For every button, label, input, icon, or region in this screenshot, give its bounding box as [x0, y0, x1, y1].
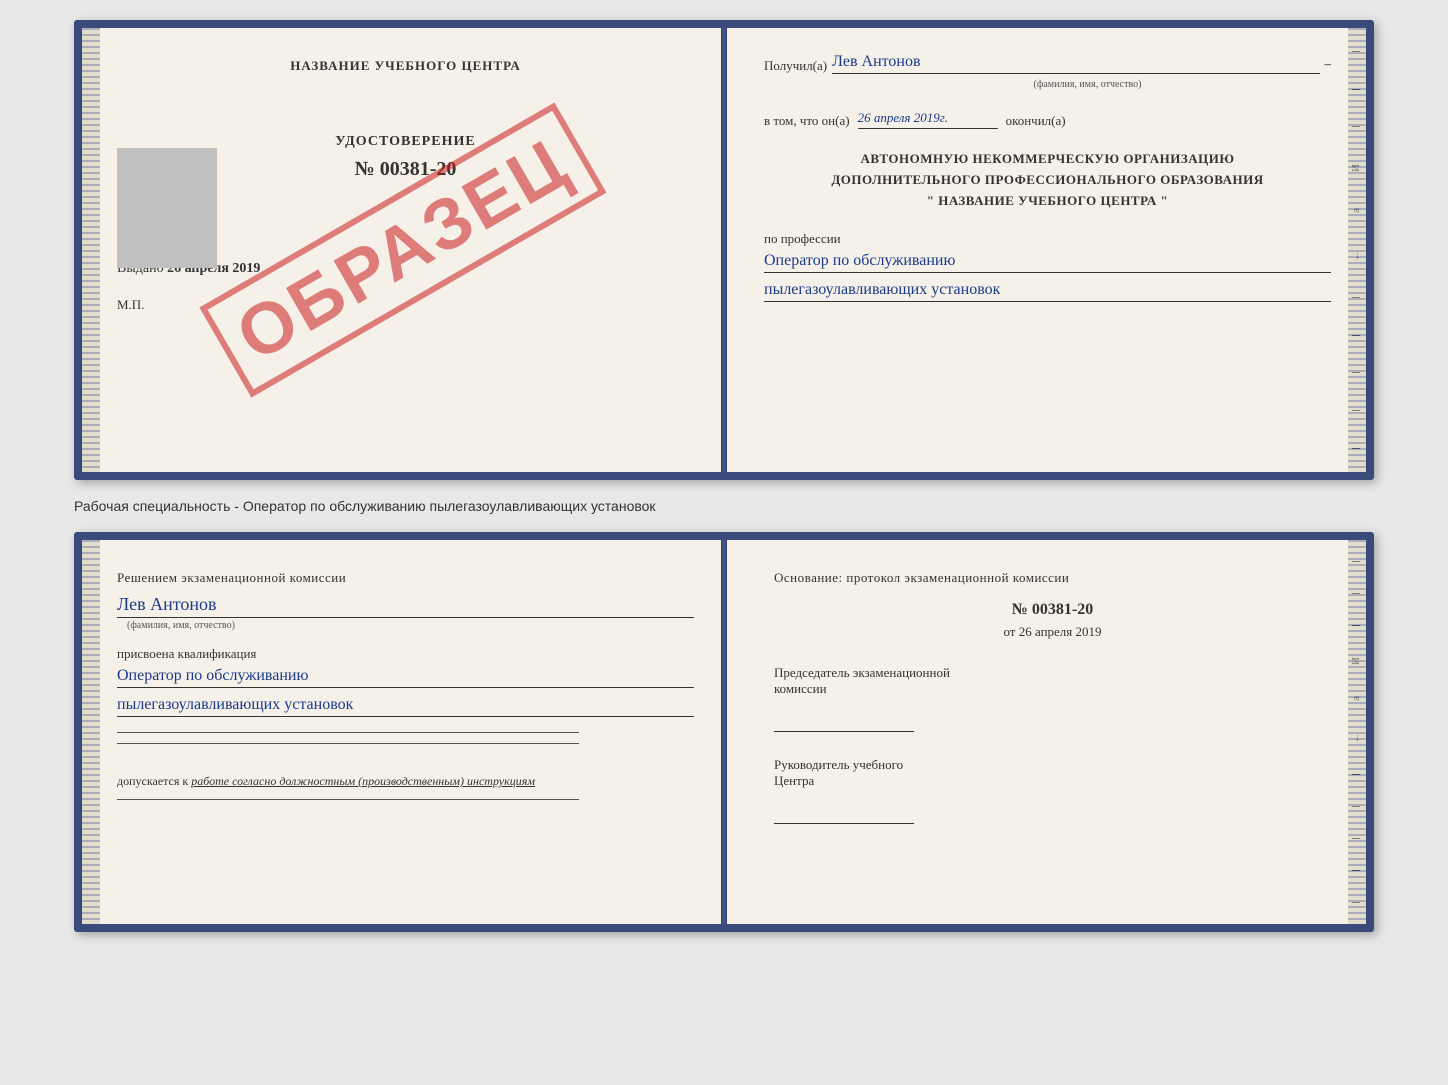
rukovoditel-line2: Центра [774, 773, 1331, 789]
osnovanie-header: Основание: протокол экзаменационной коми… [774, 570, 1331, 586]
dopuskaetsya-block: допускается к работе согласно должностны… [117, 774, 694, 789]
side-label-arrow: ← [1350, 250, 1362, 261]
resheniem-line: Решением экзаменационной комиссии [117, 570, 694, 586]
side-lines-right: И а ← [1346, 28, 1366, 472]
org-line2: ДОПОЛНИТЕЛЬНОГО ПРОФЕССИОНАЛЬНОГО ОБРАЗО… [764, 170, 1331, 191]
kvalif-line1: Оператор по обслуживанию [117, 667, 694, 688]
diploma-right-page: Получил(а) Лев Антонов – (фамилия, имя, … [724, 28, 1366, 472]
prisvoena-label: присвоена квалификация [117, 646, 694, 662]
kvalif-line2: пылегазоулавливающих установок [117, 696, 694, 717]
cert-side-lines-right: И а ← [1346, 540, 1366, 924]
side-label-arrow2: ← [1350, 732, 1362, 743]
poluchil-line: Получил(а) Лев Антонов – [764, 53, 1331, 74]
diploma-book: НАЗВАНИЕ УЧЕБНОГО ЦЕНТРА УДОСТОВЕРЕНИЕ №… [74, 20, 1374, 480]
side-dash [1352, 902, 1360, 903]
side-dash [1352, 625, 1360, 626]
cert-fio-label: (фамилия, имя, отчество) [127, 620, 694, 631]
ot-prefix: от [1003, 624, 1015, 639]
side-dash [1352, 372, 1360, 373]
poluchil-label: Получил(а) [764, 58, 827, 74]
protocol-number: № 00381-20 [774, 601, 1331, 619]
vtom-line: в том, что он(а) 26 апреля 2019г. окончи… [764, 110, 1331, 129]
side-dash [1352, 335, 1360, 336]
certificate-container: НАЗВАНИЕ УЧЕБНОГО ЦЕНТРА УДОСТОВЕРЕНИЕ №… [74, 20, 1374, 932]
org-line3: " НАЗВАНИЕ УЧЕБНОГО ЦЕНТРА " [764, 191, 1331, 212]
dopuskaetsya-prefix: допускается к [117, 774, 188, 788]
side-dash [1352, 838, 1360, 839]
side-label-a: а [1350, 208, 1362, 213]
side-dash [1352, 870, 1360, 871]
diploma-left-page: НАЗВАНИЕ УЧЕБНОГО ЦЕНТРА УДОСТОВЕРЕНИЕ №… [82, 28, 724, 472]
cert-right-page: Основание: протокол экзаменационной коми… [724, 540, 1366, 924]
predsedatel-signature-line [774, 712, 914, 732]
okончил-label: окончил(а) [1006, 113, 1066, 129]
rukovoditel-signature-line [774, 804, 914, 824]
photo-placeholder [117, 148, 217, 268]
po-professii-block: по профессии Оператор по обслуживанию пы… [764, 231, 1331, 302]
side-dash [1352, 806, 1360, 807]
po-professii-label: по профессии [764, 231, 1331, 247]
poluchil-name: Лев Антонов [832, 53, 1319, 74]
side-label-i2: И [1350, 657, 1362, 665]
side-dash [1352, 561, 1360, 562]
side-dash [1352, 410, 1360, 411]
rukovoditel-line1: Руководитель учебного [774, 757, 1331, 773]
cert-left-page: Решением экзаменационной комиссии Лев Ан… [82, 540, 724, 924]
fio-label-small: (фамилия, имя, отчество) [844, 79, 1331, 90]
certificate-book: Решением экзаменационной комиссии Лев Ан… [74, 532, 1374, 932]
predsedatel-line1: Председатель экзаменационной [774, 665, 1331, 681]
book-spine-top [721, 28, 727, 472]
between-text: Рабочая специальность - Оператор по обсл… [74, 490, 1374, 522]
side-dash [1352, 89, 1360, 90]
rukovoditel-block: Руководитель учебного Центра [774, 757, 1331, 824]
side-dash [1352, 593, 1360, 594]
cert-person-name: Лев Антонов [117, 594, 694, 618]
side-dash [1352, 126, 1360, 127]
vtom-prefix: в том, что он(а) [764, 113, 850, 129]
side-dash [1352, 774, 1360, 775]
ot-date-value: 26 апреля 2019 [1019, 624, 1102, 639]
side-dash [1352, 448, 1360, 449]
dopuskaetsya-text: работе согласно должностным (производств… [191, 774, 535, 788]
org-line1: АВТОНОМНУЮ НЕКОММЕРЧЕСКУЮ ОРГАНИЗАЦИЮ [764, 149, 1331, 170]
vtom-date: 26 апреля 2019г. [858, 110, 998, 129]
ot-date: от 26 апреля 2019 [774, 624, 1331, 640]
profession-line1: Оператор по обслуживанию [764, 252, 1331, 273]
mp-label: М.П. [117, 297, 694, 313]
predsedatel-block: Председатель экзаменационной комиссии [774, 665, 1331, 732]
predsedatel-line2: комиссии [774, 681, 1331, 697]
side-dash [1352, 51, 1360, 52]
org-block: АВТОНОМНУЮ НЕКОММЕРЧЕСКУЮ ОРГАНИЗАЦИЮ ДО… [764, 149, 1331, 211]
side-label-a2: а [1350, 696, 1362, 701]
side-dash [1352, 297, 1360, 298]
profession-line2: пылегазоулавливающих установок [764, 281, 1331, 302]
diploma-header: НАЗВАНИЕ УЧЕБНОГО ЦЕНТРА [117, 58, 694, 74]
book-spine-bottom [721, 540, 727, 924]
side-label-i: И [1350, 164, 1362, 172]
